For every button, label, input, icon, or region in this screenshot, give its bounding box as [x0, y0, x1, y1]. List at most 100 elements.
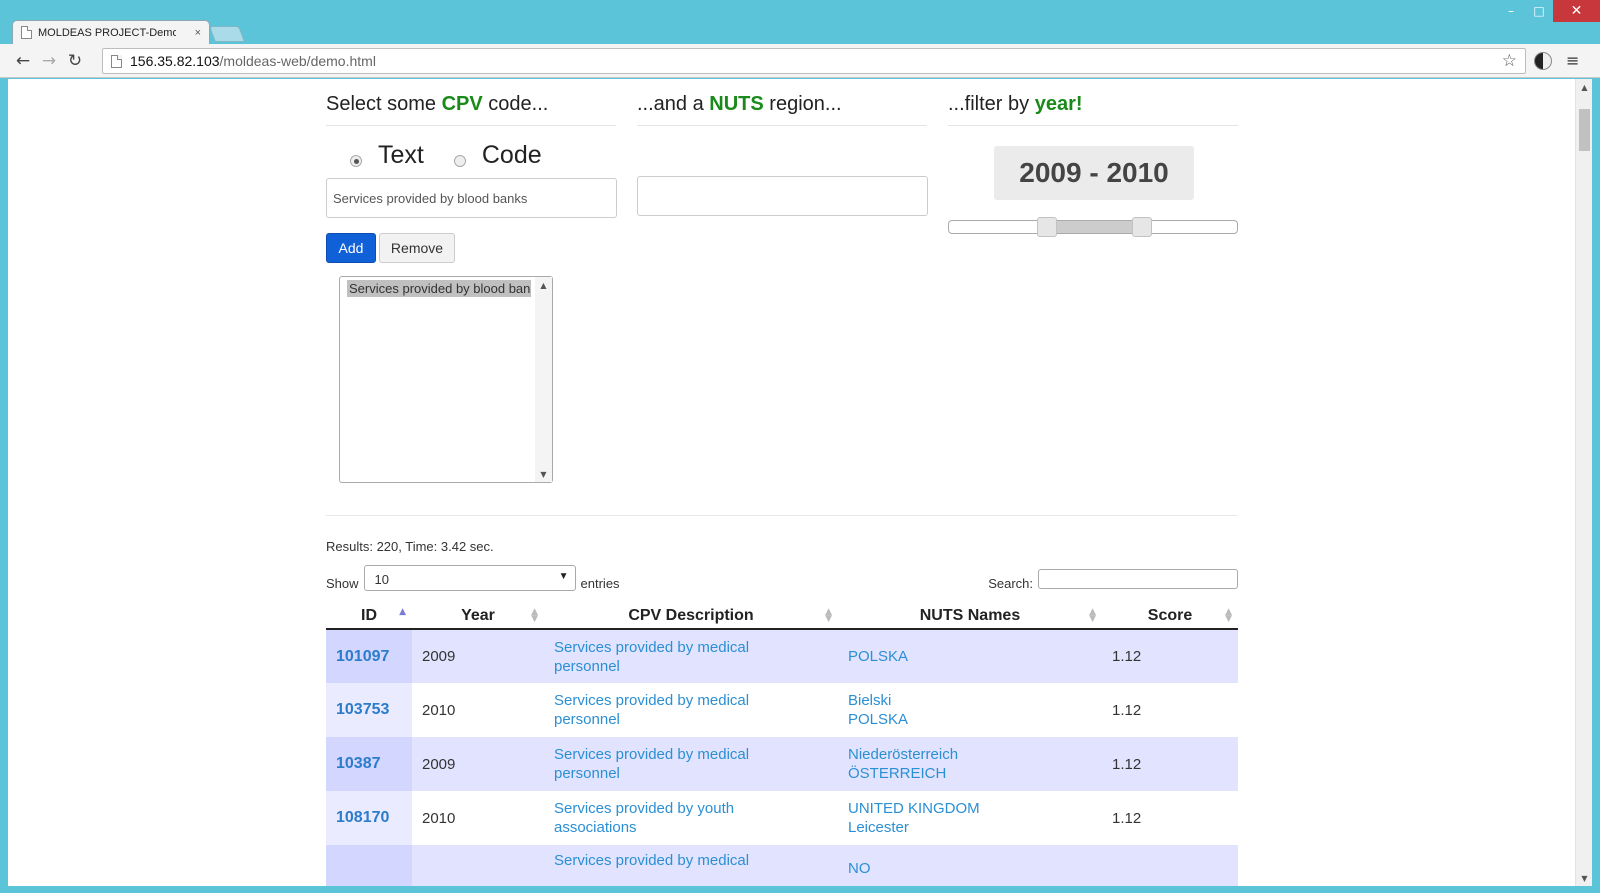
entries-label: entries: [580, 575, 620, 591]
new-tab-button[interactable]: [209, 26, 245, 42]
column-nuts-names[interactable]: NUTS Names ▲ ▼: [838, 603, 1102, 630]
url-host: 156.35.82.103: [130, 53, 220, 69]
year-heading-bold: year!: [1034, 93, 1083, 115]
scroll-down-icon[interactable]: ▼: [1576, 870, 1592, 886]
year-cell: 2010: [422, 701, 456, 719]
cpv-input[interactable]: Services provided by blood banks: [326, 178, 617, 218]
browser-tab[interactable]: MOLDEAS PROJECT-Demo ×: [12, 20, 210, 44]
table-row: 108170 2010 Services provided by youth as…: [326, 791, 1238, 845]
slider-handle-start[interactable]: [1037, 217, 1057, 237]
column-label: Score: [1147, 606, 1193, 624]
cpv-heading-bold: CPV: [441, 93, 483, 115]
scroll-up-icon[interactable]: ▲: [1576, 79, 1592, 95]
radio-text-label: Text: [378, 141, 424, 169]
id-link[interactable]: 101097: [326, 629, 412, 683]
add-button[interactable]: Add: [326, 233, 376, 263]
nuts-link[interactable]: UNITED KINGDOM Leicester: [838, 791, 1102, 845]
close-tab-icon[interactable]: ×: [195, 27, 201, 39]
scroll-down-icon[interactable]: ▼: [535, 466, 552, 482]
year-cell: [412, 845, 544, 886]
cpv-link[interactable]: Services provided by medical personnel: [544, 683, 838, 737]
nuts-heading: ...and a NUTS region...: [637, 93, 927, 126]
scroll-thumb[interactable]: [1579, 109, 1590, 151]
sort-icon: ▲ ▼: [531, 607, 538, 624]
nuts-input[interactable]: [637, 176, 928, 216]
cpv-line: personnel: [554, 657, 620, 675]
cpv-link[interactable]: Services provided by medical personnel: [544, 629, 838, 683]
remove-button[interactable]: Remove: [379, 233, 455, 263]
close-window-button[interactable]: ✕: [1553, 0, 1600, 22]
scroll-up-icon[interactable]: ▲: [535, 277, 552, 293]
cpv-heading-post: code...: [482, 93, 549, 115]
column-year[interactable]: Year ▲ ▼: [412, 603, 544, 630]
nuts-line: ÖSTERREICH: [848, 765, 947, 782]
bookmark-star-icon[interactable]: ☆: [1502, 51, 1517, 71]
cpv-line: associations: [554, 819, 637, 836]
reload-icon[interactable]: ↻: [62, 48, 88, 74]
cpv-heading-pre: Select some: [326, 93, 442, 115]
radio-text[interactable]: [350, 154, 362, 167]
browser-window: – □ ✕ MOLDEAS PROJECT-Demo × ← → ↻ 156.3…: [0, 0, 1600, 893]
search-input[interactable]: [1038, 568, 1238, 589]
cpv-mode-radios: Text Code: [350, 141, 542, 170]
nuts-line: POLSKA: [848, 648, 909, 665]
table-row: 101097 2009 Services provided by medical…: [326, 629, 1238, 683]
cpv-link[interactable]: Services provided by medical: [544, 845, 838, 886]
nuts-link[interactable]: NO: [838, 845, 1102, 886]
list-item[interactable]: Services provided by blood banks: [347, 280, 531, 297]
id-link[interactable]: 103753: [326, 683, 412, 737]
window-controls: – □ ✕: [1497, 0, 1600, 22]
tab-title: MOLDEAS PROJECT-Demo: [38, 26, 176, 39]
cpv-selected-list[interactable]: Services provided by blood banks ▲ ▼: [339, 276, 553, 483]
sort-icon: ▲ ▼: [1089, 607, 1096, 624]
cpv-line: Services provided by youth: [554, 800, 735, 817]
column-cpv-description[interactable]: CPV Description ▲ ▼: [544, 603, 838, 630]
slider-handle-end[interactable]: [1132, 217, 1152, 237]
table-header-row: ID ▲ Year ▲ ▼ CPV Description ▲ ▼ NUTS Names ▲…: [326, 603, 1238, 630]
year-range-slider[interactable]: [948, 217, 1238, 237]
cpv-link[interactable]: Services provided by youth associations: [544, 791, 838, 845]
table-row: 103753 2010 Services provided by medical…: [326, 683, 1238, 737]
year-range-display: 2009 - 2010: [994, 146, 1194, 200]
id-link[interactable]: [326, 845, 412, 886]
url-text: 156.35.82.103/moldeas-web/demo.html: [130, 53, 376, 69]
column-label: NUTS Names: [919, 606, 1021, 624]
sort-icon: ▲ ▼: [1225, 607, 1232, 624]
radio-code-label: Code: [481, 141, 542, 169]
cpv-link[interactable]: Services provided by medical personnel: [544, 737, 838, 791]
nuts-line: NO: [848, 860, 871, 877]
nuts-link[interactable]: POLSKA: [838, 629, 1102, 683]
column-label: CPV Description: [628, 606, 754, 624]
nuts-line: Bielski: [848, 692, 892, 709]
cpv-line: Services provided by medical: [554, 852, 750, 869]
nuts-line: Niederösterreich: [848, 746, 959, 763]
table-row: 10387 2009 Services provided by medical p…: [326, 737, 1238, 791]
score-cell: 1.12: [1102, 629, 1238, 683]
id-link[interactable]: 108170: [326, 791, 412, 845]
entries-select[interactable]: 10 ▼: [363, 565, 576, 591]
table-search: Search:: [988, 566, 1238, 591]
menu-icon[interactable]: ≡: [1566, 51, 1579, 70]
radio-code[interactable]: [453, 154, 466, 167]
minimize-button[interactable]: –: [1497, 0, 1525, 22]
back-icon[interactable]: ←: [10, 48, 36, 74]
address-bar[interactable]: 156.35.82.103/moldeas-web/demo.html ☆: [102, 48, 1526, 74]
entries-value: 10: [374, 572, 389, 587]
page-scrollbar[interactable]: ▲ ▼: [1575, 79, 1592, 886]
nuts-heading-post: region...: [763, 93, 842, 115]
column-score[interactable]: Score ▲ ▼: [1102, 603, 1238, 630]
list-scrollbar[interactable]: ▲ ▼: [535, 277, 552, 482]
nuts-link[interactable]: Bielski POLSKA: [838, 683, 1102, 737]
year-heading: ...filter by year!: [948, 93, 1238, 126]
maximize-button[interactable]: □: [1525, 0, 1553, 22]
score-cell: 1.12: [1102, 737, 1238, 791]
search-label: Search:: [988, 576, 1033, 591]
id-link[interactable]: 10387: [326, 737, 412, 791]
column-id[interactable]: ID ▲: [326, 603, 412, 630]
nuts-link[interactable]: Niederösterreich ÖSTERREICH: [838, 737, 1102, 791]
forward-icon[interactable]: →: [36, 48, 62, 74]
results-table: ID ▲ Year ▲ ▼ CPV Description ▲ ▼ NUTS Names ▲…: [326, 603, 1238, 886]
extension-icon[interactable]: [1534, 52, 1552, 70]
column-label: ID: [361, 606, 377, 624]
cpv-line: personnel: [554, 765, 620, 782]
